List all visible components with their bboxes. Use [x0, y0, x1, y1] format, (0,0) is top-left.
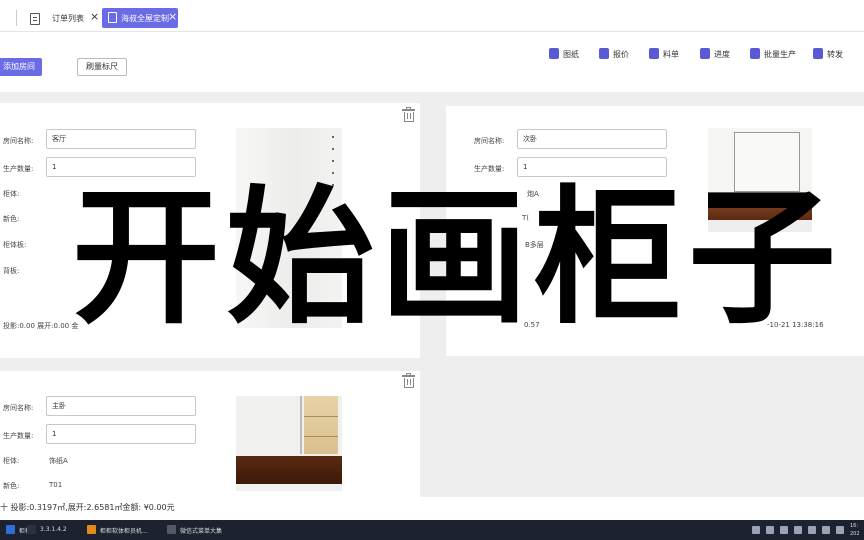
app-icon [87, 525, 96, 534]
cabinet-label: 柜体: [3, 457, 20, 465]
tray-icon[interactable] [808, 526, 816, 534]
progress-icon [700, 48, 710, 59]
tab-close-icon[interactable]: × [90, 10, 99, 23]
room-name-input[interactable]: 主卧 [46, 396, 196, 416]
room-name-label: 房间名称: [474, 137, 505, 145]
door-color-label: 新色: [3, 482, 20, 490]
tray-icon[interactable] [822, 526, 830, 534]
quantity-label: 生产数量: [3, 432, 34, 440]
cabinet-thumbnail[interactable] [236, 396, 342, 491]
tab-order-list[interactable]: 订单列表 [52, 13, 84, 24]
app-icon [167, 525, 176, 534]
batch-scale-button[interactable]: 刷量标尺 [77, 58, 127, 76]
trash-icon[interactable] [402, 373, 415, 388]
tray-icon[interactable] [752, 526, 760, 534]
add-room-button[interactable]: 添加房间 [0, 58, 42, 76]
drawing-icon [549, 48, 559, 59]
door-color-value: T01 [49, 481, 63, 489]
tray-icon[interactable] [836, 526, 844, 534]
back-panel-label: 背板: [3, 267, 20, 275]
tray-icon[interactable] [766, 526, 774, 534]
quantity-input[interactable]: 1 [46, 424, 196, 444]
tab-label: 海叔全屋定制 [121, 14, 169, 23]
overlay-caption: 开始画柜子 [72, 172, 842, 344]
document-icon [30, 13, 40, 25]
os-taskbar: 柜柜 3.3.1.4.2 柜柜软体柜员机... 微信式菜单大集 16: 202 [0, 520, 864, 540]
taskbar-clock[interactable]: 16: 202 [850, 522, 860, 538]
cabinet-value: 饰纸A [49, 457, 68, 465]
quote-icon [599, 48, 609, 59]
quantity-label: 生产数量: [3, 165, 34, 173]
door-color-label: 新色: [3, 215, 20, 223]
app-icon [27, 525, 36, 534]
room-name-label: 房间名称: [3, 137, 34, 145]
tab-active-project[interactable]: 海叔全屋定制 × [102, 8, 178, 28]
tab-close-icon[interactable]: × [168, 10, 177, 23]
trash-icon[interactable] [402, 107, 415, 122]
document-icon [108, 12, 117, 23]
cabinet-label: 柜体: [3, 190, 20, 198]
room-stats: 投影:0.00 展开:0.00 金 [3, 322, 79, 330]
room-name-input[interactable]: 次卧 [517, 129, 667, 149]
material-list-icon [649, 48, 659, 59]
room-name-label: 房间名称: [3, 404, 34, 412]
tab-bar: 订单列表 × 海叔全屋定制 × [0, 0, 864, 32]
batch-produce-icon [750, 48, 760, 59]
room-name-input[interactable]: 客厅 [46, 129, 196, 149]
app-window: 订单列表 × 海叔全屋定制 × 添加房间 刷量标尺 图纸 报价 料单 进度 批量… [0, 0, 864, 540]
tab-separator [16, 10, 17, 26]
share-icon [813, 48, 823, 59]
app-icon [6, 525, 15, 534]
order-summary: 十 投影:0.3197㎡,展开:2.6581㎡金额: ¥0.00元 [0, 503, 175, 512]
board-label: 柜体板: [3, 241, 27, 249]
tray-icon[interactable] [794, 526, 802, 534]
tray-icon[interactable] [780, 526, 788, 534]
